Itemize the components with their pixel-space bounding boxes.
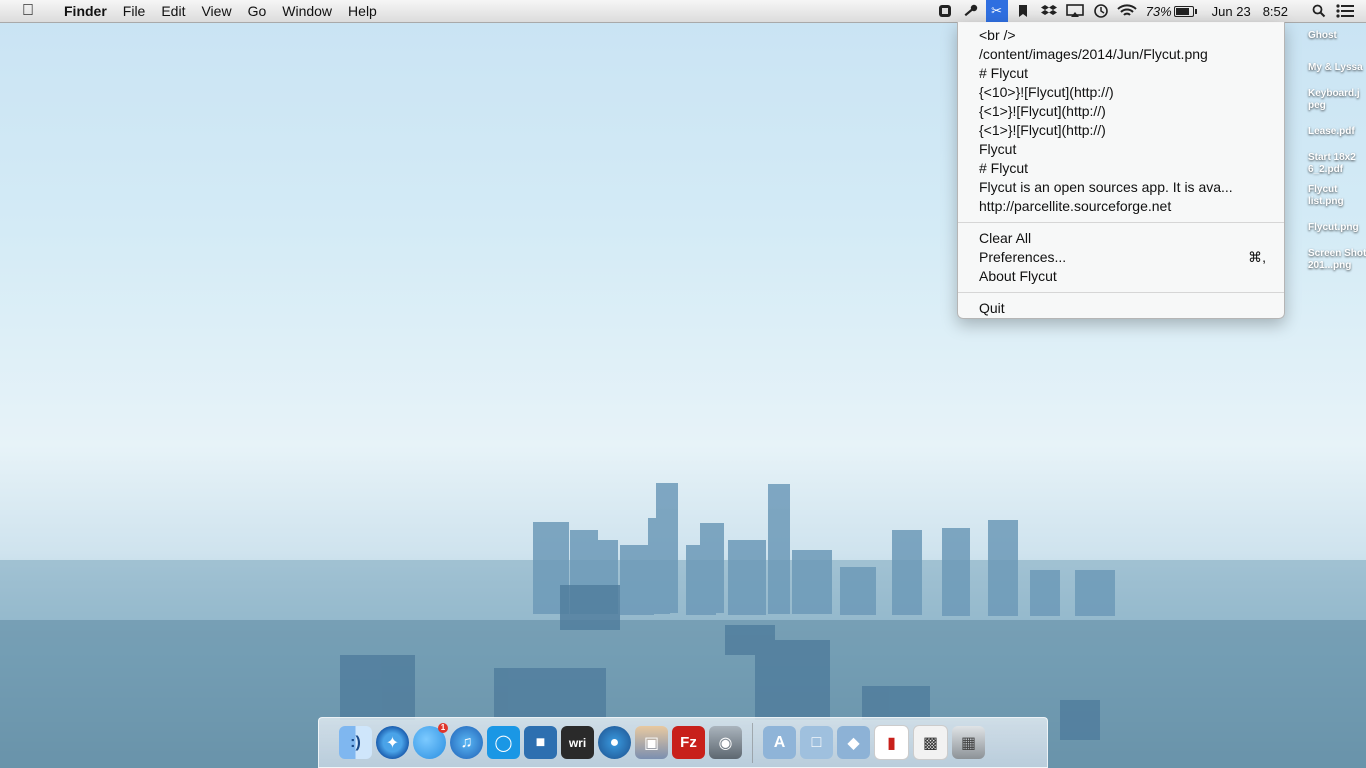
clear-all-item[interactable]: Clear All <box>958 229 1284 248</box>
facetime-icon[interactable]: ◉ <box>709 726 742 759</box>
dock: :) ✦ 1 ♫ ◯ ■ wri ● ▣ Fz ◉ A □ ◆ ▮ ▩ ▦ <box>318 717 1048 768</box>
clipping-item[interactable]: {<1>}![Flycut](http://) <box>958 102 1284 121</box>
menu-time[interactable]: 8:52 <box>1257 4 1306 19</box>
desktop-file[interactable]: Flycut.png <box>1308 222 1366 248</box>
filezilla-label: Fz <box>680 734 697 751</box>
preferences-shortcut: ⌘, <box>1248 249 1266 265</box>
key-icon[interactable] <box>960 0 982 22</box>
clipping-item[interactable]: {<1>}![Flycut](http://) <box>958 121 1284 140</box>
preferences-label: Preferences... <box>979 249 1067 265</box>
dock-separator <box>752 722 753 763</box>
desktop-file[interactable]: Flycut list.png <box>1308 184 1356 222</box>
desktop-file[interactable]: Lease.pdf <box>1308 126 1366 152</box>
menu-edit[interactable]: Edit <box>153 3 193 19</box>
battery-percent[interactable]: 73% <box>1140 4 1174 19</box>
clipping-item[interactable]: # Flycut <box>958 159 1284 178</box>
desktop-file[interactable]: Keyboard.j peg <box>1308 88 1364 126</box>
hat-icon[interactable] <box>934 0 956 22</box>
desktop-file[interactable]: My & Lyssa <box>1308 62 1366 88</box>
desktop-files: Ghost My & Lyssa Keyboard.j peg Lease.pd… <box>1290 30 1366 278</box>
writer-label: wri <box>568 735 587 750</box>
clipping-item[interactable]: http://parcellite.sourceforge.net <box>958 197 1284 216</box>
menu-help[interactable]: Help <box>340 3 385 19</box>
tweetbot-icon[interactable]: ● <box>598 726 631 759</box>
pdf-document-icon[interactable]: ▮ <box>874 725 909 760</box>
applications-folder-icon[interactable]: A <box>763 726 796 759</box>
flycut-menu: <br /> /content/images/2014/Jun/Flycut.p… <box>957 22 1285 319</box>
airplay-icon[interactable] <box>1064 0 1086 22</box>
menu-date[interactable]: Jun 23 <box>1198 4 1257 19</box>
safari-icon[interactable]: ✦ <box>376 726 409 759</box>
wifi-icon[interactable] <box>1116 0 1138 22</box>
notification-center-icon[interactable] <box>1334 0 1356 22</box>
clipping-item[interactable]: {<10>}![Flycut](http://) <box>958 83 1284 102</box>
desktop-file[interactable]: Start 18x2 6_2.pdf <box>1308 152 1364 184</box>
filezilla-icon[interactable]: Fz <box>672 726 705 759</box>
battery-icon[interactable] <box>1173 5 1197 17</box>
rdio-icon[interactable]: ◯ <box>487 726 520 759</box>
desktop-file[interactable]: Screen Shot 201...png <box>1308 248 1366 278</box>
messages-badge: 1 <box>438 723 448 733</box>
menu-separator <box>958 292 1284 293</box>
bookmark-icon[interactable] <box>1012 0 1034 22</box>
clipping-item[interactable]: # Flycut <box>958 64 1284 83</box>
menu-app-finder[interactable]: Finder <box>56 3 115 19</box>
quit-item[interactable]: Quit <box>958 299 1284 318</box>
preferences-item[interactable]: Preferences... ⌘, <box>958 248 1284 267</box>
apple-menu-icon[interactable]:  <box>0 2 56 20</box>
clipping-item[interactable]: Flycut is an open sources app. It is ava… <box>958 178 1284 197</box>
documents-folder-icon[interactable]: □ <box>800 726 833 759</box>
dropbox-icon[interactable] <box>1038 0 1060 22</box>
menu-window[interactable]: Window <box>274 3 340 19</box>
status-area: ✂ 73% Jun 23 8:52 <box>932 0 1366 22</box>
spotlight-search-icon[interactable] <box>1308 0 1330 22</box>
reeder-icon[interactable]: ■ <box>524 726 557 759</box>
clipping-item[interactable]: /content/images/2014/Jun/Flycut.png <box>958 45 1284 64</box>
trash-icon[interactable]: ▦ <box>952 726 985 759</box>
finder-icon[interactable]: :) <box>339 726 372 759</box>
writer-icon[interactable]: wri <box>561 726 594 759</box>
clipping-item[interactable]: Flycut <box>958 140 1284 159</box>
scissors-icon[interactable]: ✂ <box>985 0 1008 22</box>
dropbox-folder-icon[interactable]: ◆ <box>837 726 870 759</box>
desktop-file[interactable]: Ghost <box>1308 30 1366 62</box>
screenshot-document-icon[interactable]: ▩ <box>913 725 948 760</box>
menu-bar:  Finder File Edit View Go Window Help ✂… <box>0 0 1366 23</box>
preview-icon[interactable]: ▣ <box>635 726 668 759</box>
messages-icon[interactable]: 1 <box>413 723 448 759</box>
menu-separator <box>958 222 1284 223</box>
clipping-item[interactable]: <br /> <box>958 26 1284 45</box>
menu-file[interactable]: File <box>115 3 154 19</box>
menu-view[interactable]: View <box>193 3 239 19</box>
itunes-icon[interactable]: ♫ <box>450 726 483 759</box>
about-flycut-item[interactable]: About Flycut <box>958 267 1284 286</box>
time-machine-icon[interactable] <box>1090 0 1112 22</box>
menu-go[interactable]: Go <box>240 3 275 19</box>
